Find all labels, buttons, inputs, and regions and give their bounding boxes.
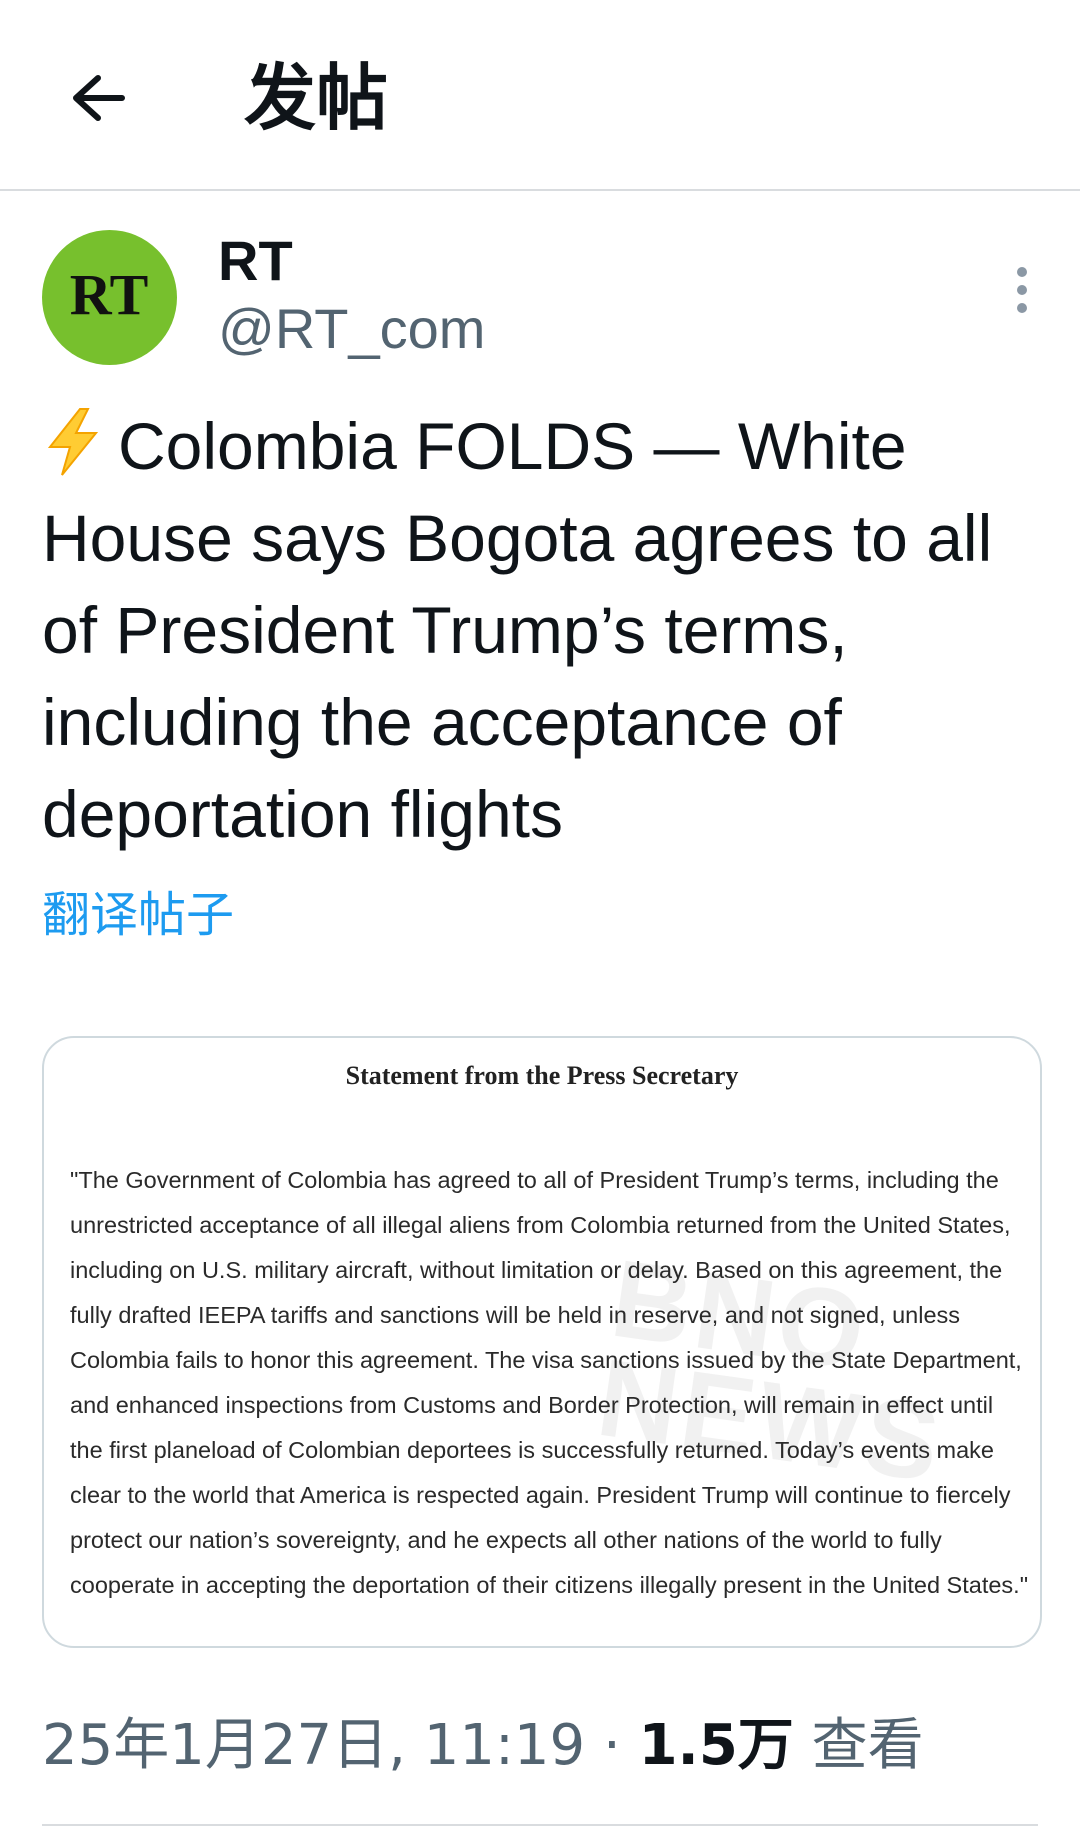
statement-body: "The Government of Colombia has agreed t…: [70, 1167, 1029, 1598]
more-vertical-icon: [1017, 267, 1027, 313]
rt-logo: RT: [70, 262, 149, 327]
post-text: Colombia FOLDS — White House says Bogota…: [42, 409, 993, 851]
views-count: 1.5万: [638, 1713, 794, 1778]
top-app-bar: 发帖: [0, 0, 1080, 191]
author-display-name[interactable]: RT: [218, 228, 293, 294]
post-meta: 25年1月27日, 11:19 · 1.5万 查看: [42, 1710, 1042, 1782]
svg-text:RT: RT: [70, 262, 149, 327]
post-datetime[interactable]: 25年1月27日, 11:19: [42, 1713, 585, 1778]
statement-title: Statement from the Press Secretary: [345, 1061, 739, 1090]
avatar[interactable]: RT: [42, 230, 177, 365]
post-body: Colombia FOLDS — White House says Bogota…: [42, 400, 1042, 860]
post-author: RT RT @RT_com: [42, 228, 1042, 370]
lightning-bolt-icon: [47, 408, 99, 476]
divider: [42, 1824, 1038, 1826]
translate-post-link[interactable]: 翻译帖子: [42, 882, 234, 948]
more-options-button[interactable]: [1002, 260, 1042, 320]
back-button[interactable]: [58, 58, 138, 138]
post-media-image[interactable]: BNO NEWS Statement from the Press Secret…: [42, 1036, 1042, 1648]
meta-separator: ·: [602, 1713, 621, 1778]
arrow-left-icon: [73, 75, 125, 121]
page-title: 发帖: [244, 56, 389, 140]
views-label: 查看: [811, 1713, 924, 1778]
author-handle[interactable]: @RT_com: [218, 296, 485, 362]
